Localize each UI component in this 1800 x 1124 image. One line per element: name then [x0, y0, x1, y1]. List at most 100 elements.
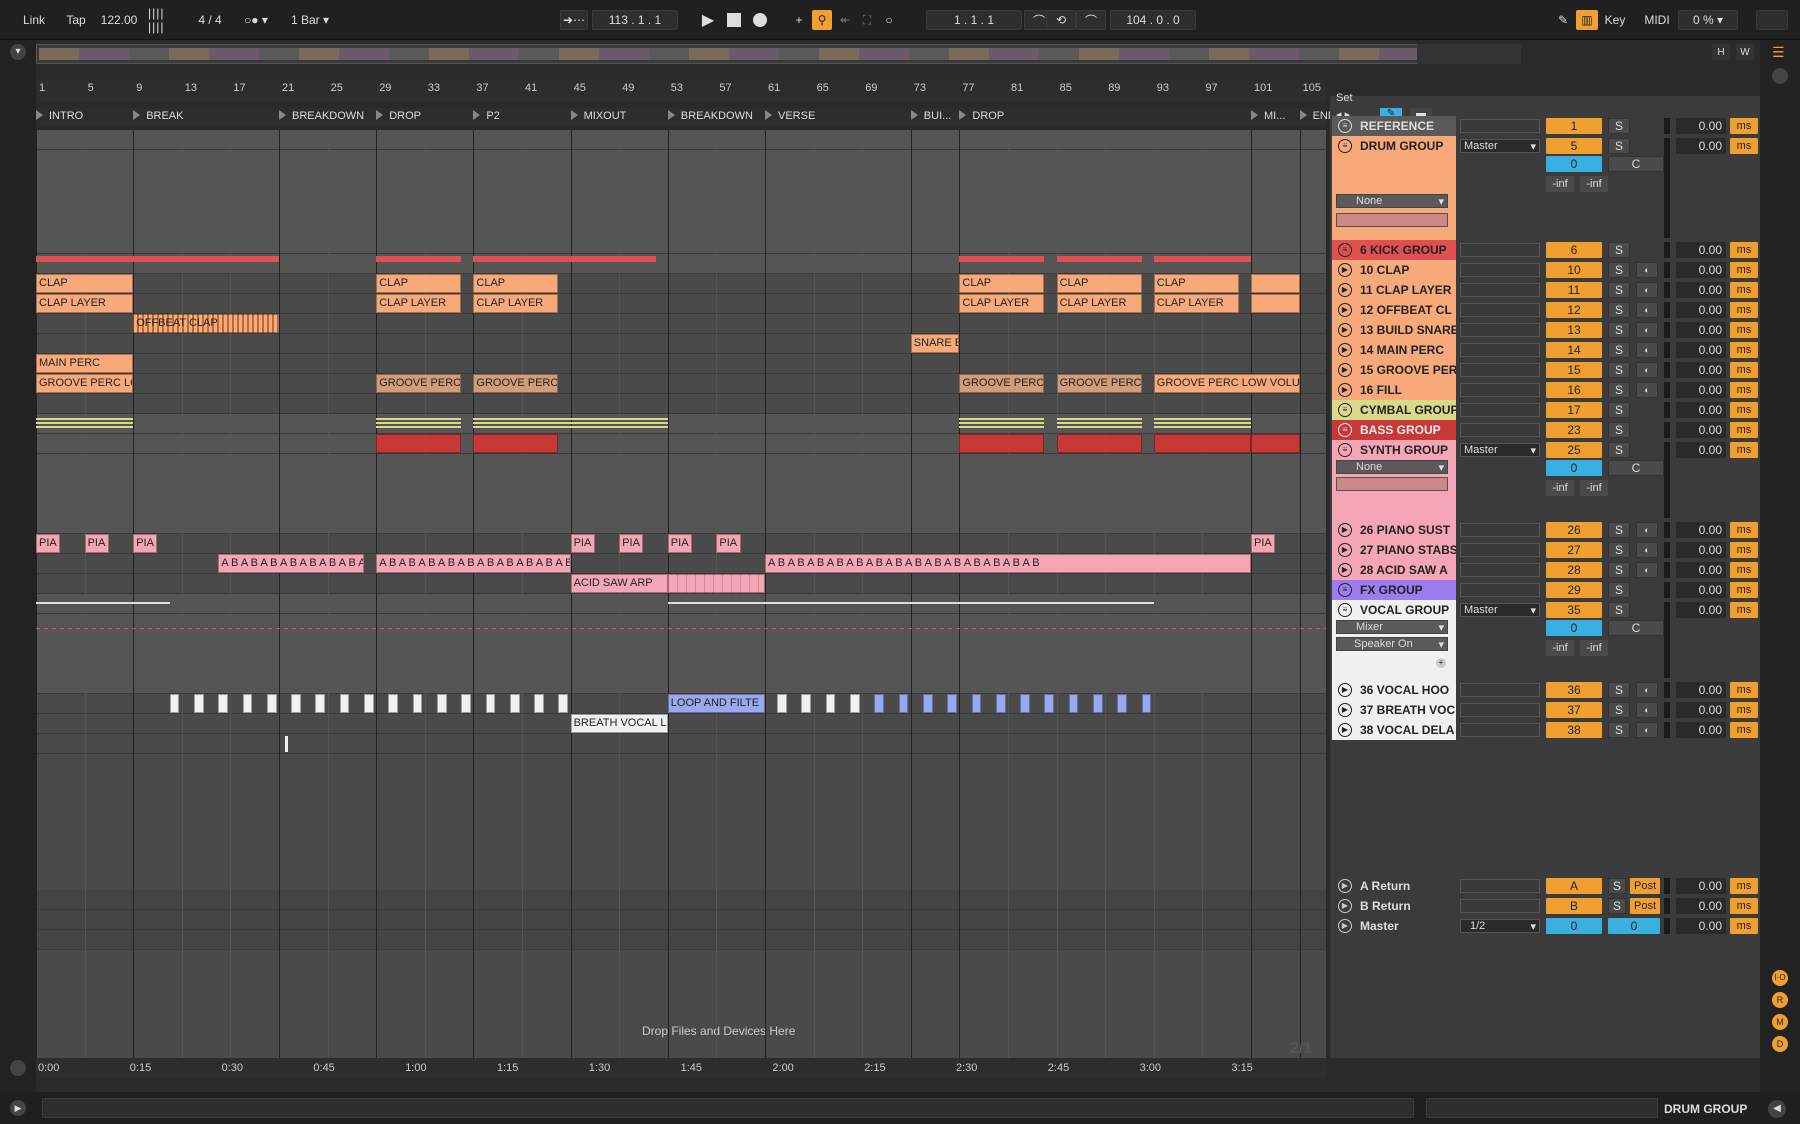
track-number-button[interactable]: 16	[1546, 382, 1602, 398]
clip[interactable]	[376, 434, 462, 453]
capture-icon[interactable]: ⛶	[858, 10, 876, 30]
track-header[interactable]: ▶ 14 MAIN PERC 14 S ◐ 0.00 ms	[1330, 340, 1760, 360]
track-number-button[interactable]: 5	[1546, 138, 1602, 154]
locator-marker[interactable]: BREAKDOWN	[667, 110, 753, 122]
delay-units-button[interactable]: ms	[1730, 402, 1758, 418]
delay-units-button[interactable]: ms	[1730, 262, 1758, 278]
keyboard-icon[interactable]: ▥	[1576, 10, 1598, 30]
monitor-icon[interactable]: ◐	[1636, 362, 1658, 378]
track-header[interactable]: ▶ 16 FILL 16 S ◐ 0.00 ms	[1330, 380, 1760, 400]
track-number-button[interactable]: 12	[1546, 302, 1602, 318]
clip[interactable]	[1056, 434, 1142, 453]
track-header[interactable]: ▶ 15 GROOVE PER 15 S ◐ 0.00 ms	[1330, 360, 1760, 380]
delay-units-button[interactable]: ms	[1730, 282, 1758, 298]
volume-field[interactable]: 0.00	[1676, 878, 1726, 894]
group-fold-icon[interactable]: ≡	[1338, 423, 1352, 437]
device-select[interactable]: Speaker On ▾	[1336, 637, 1448, 651]
track-name[interactable]: ▶ 26 PIANO SUST	[1332, 520, 1456, 540]
track-input-routing[interactable]	[1460, 563, 1540, 577]
volume-field[interactable]: 0.00	[1676, 118, 1726, 134]
record-button[interactable]	[748, 10, 772, 30]
clip[interactable]: SNARE B	[910, 334, 960, 353]
clip[interactable]: OFFBEAT CLAP	[133, 314, 279, 333]
clip[interactable]	[1251, 294, 1300, 313]
draw-mode-icon[interactable]: ✎	[1552, 10, 1574, 30]
io-icon[interactable]: I·O	[1772, 970, 1788, 986]
track-input-routing[interactable]	[1460, 543, 1540, 557]
track-play-icon[interactable]: ▶	[1338, 263, 1352, 277]
track-play-icon[interactable]: ▶	[1338, 919, 1352, 933]
h-zoom-button[interactable]: H	[1712, 44, 1730, 60]
solo-button[interactable]: S	[1608, 402, 1630, 418]
clip[interactable]	[1044, 694, 1055, 713]
mixer-icon[interactable]: M	[1772, 1014, 1788, 1030]
return-number[interactable]: A	[1546, 878, 1602, 894]
track-name[interactable]: ▶ 28 ACID SAW A	[1332, 560, 1456, 580]
session-record-icon[interactable]: ○	[880, 10, 898, 30]
post-button[interactable]: Post	[1630, 878, 1660, 894]
track-name[interactable]: ▶ 38 VOCAL DELA	[1332, 720, 1456, 740]
clip[interactable]	[959, 434, 1045, 453]
track-input-routing[interactable]	[1460, 703, 1540, 717]
output-routing-select[interactable]: Master ▾	[1460, 603, 1540, 617]
volume-field[interactable]: 0.00	[1676, 302, 1726, 318]
pan-field[interactable]: 0	[1546, 460, 1602, 476]
clip[interactable]	[898, 694, 909, 713]
key-map-button[interactable]: Key	[1600, 10, 1630, 30]
solo-button[interactable]: S	[1608, 722, 1630, 738]
pan-center-field[interactable]: C	[1608, 156, 1664, 172]
track-name[interactable]: ≡ FX GROUP	[1332, 580, 1456, 600]
volume-field[interactable]: 0.00	[1676, 402, 1726, 418]
return-icon[interactable]: R	[1772, 992, 1788, 1008]
master-track[interactable]: ▶ Master 1/2 ▾ 0 0 0.00 ms	[1330, 916, 1760, 936]
clip[interactable]	[509, 694, 520, 713]
volume-field[interactable]: 0.00	[1676, 242, 1726, 258]
clip[interactable]	[1153, 434, 1251, 453]
device-slot[interactable]	[1336, 213, 1448, 227]
track-input-routing[interactable]	[1460, 243, 1540, 257]
delay-units-button[interactable]: ms	[1730, 242, 1758, 258]
track-input-routing[interactable]	[1460, 383, 1540, 397]
clip[interactable]: PIA	[667, 534, 693, 553]
track-input-routing[interactable]	[1460, 683, 1540, 697]
volume-field[interactable]: 0.00	[1676, 442, 1726, 458]
clip[interactable]	[412, 694, 423, 713]
locator-marker[interactable]: BUI...	[910, 110, 951, 122]
solo-button[interactable]: S	[1608, 898, 1626, 914]
clip[interactable]	[291, 694, 301, 713]
quantize-select[interactable]: 1 Bar ▾	[284, 10, 336, 30]
clip[interactable]: GROOVE PERC	[473, 374, 559, 393]
monitor-icon[interactable]: ◐	[1636, 262, 1658, 278]
track-play-icon[interactable]: ▶	[1338, 703, 1352, 717]
track-play-icon[interactable]: ▶	[1338, 283, 1352, 297]
clip[interactable]	[36, 256, 134, 262]
volume-field[interactable]: 0.00	[1676, 562, 1726, 578]
clip[interactable]: BREATH VOCAL L	[570, 714, 668, 733]
clip[interactable]	[558, 694, 569, 713]
track-play-icon[interactable]: ▶	[1338, 323, 1352, 337]
track-play-icon[interactable]: ▶	[1338, 879, 1352, 893]
clip[interactable]	[388, 694, 399, 713]
delay-units-button[interactable]: ms	[1730, 342, 1758, 358]
clip[interactable]	[461, 694, 471, 713]
track-header[interactable]: ▶ 13 BUILD SNARE 13 S ◐ 0.00 ms	[1330, 320, 1760, 340]
monitor-icon[interactable]: ◐	[1636, 682, 1658, 698]
volume-field[interactable]: 0.00	[1676, 362, 1726, 378]
delay-units-button[interactable]: ms	[1730, 702, 1758, 718]
return-input[interactable]	[1460, 899, 1540, 913]
solo-button[interactable]: S	[1608, 322, 1630, 338]
track-input-routing[interactable]	[1460, 323, 1540, 337]
solo-button[interactable]: S	[1608, 702, 1630, 718]
clip[interactable]: CLAP	[376, 274, 462, 293]
monitor-icon[interactable]: ◐	[1636, 702, 1658, 718]
track-number-button[interactable]: 28	[1546, 562, 1602, 578]
track-name[interactable]: ▶ 36 VOCAL HOO	[1332, 680, 1456, 700]
monitor-icon[interactable]: ◐	[1636, 342, 1658, 358]
clip[interactable]: CLAP	[1056, 274, 1142, 293]
master-pan[interactable]: 0	[1546, 918, 1602, 934]
track-header[interactable]: ▶ 26 PIANO SUST 26 S ◐ 0.00 ms	[1330, 520, 1760, 540]
track-number-button[interactable]: 38	[1546, 722, 1602, 738]
track-number-button[interactable]: 35	[1546, 602, 1602, 618]
delay-units-button[interactable]: ms	[1730, 442, 1758, 458]
clip[interactable]: CLAP	[1153, 274, 1239, 293]
